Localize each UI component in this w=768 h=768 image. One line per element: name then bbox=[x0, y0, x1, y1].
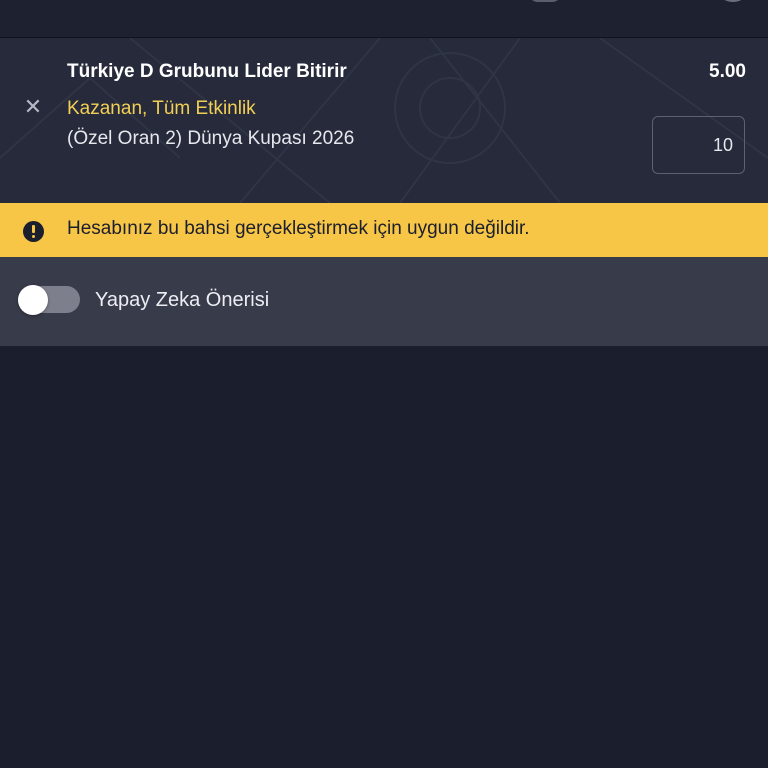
remove-bet-button[interactable]: ✕ bbox=[22, 96, 44, 118]
bet-event-name: (Özel Oran 2) Dünya Kupası 2026 bbox=[67, 128, 355, 149]
bet-selection-title: Türkiye D Grubunu Lider Bitirir bbox=[67, 61, 347, 82]
header-strip bbox=[0, 0, 768, 38]
header-partial-icon bbox=[718, 0, 748, 2]
stake-input[interactable]: 10 bbox=[652, 116, 745, 174]
ai-suggestion-toggle[interactable] bbox=[18, 285, 80, 315]
warning-message: Hesabınız bu bahsi gerçekleştirmek için … bbox=[67, 218, 530, 239]
bet-slip-screen: ✕ Türkiye D Grubunu Lider Bitirir 5.00 K… bbox=[0, 0, 768, 768]
exclamation-circle-icon bbox=[23, 221, 44, 242]
bet-odds: 5.00 bbox=[709, 61, 746, 82]
header-partial-icon bbox=[528, 0, 562, 2]
ai-suggestion-label: Yapay Zeka Önerisi bbox=[95, 289, 270, 311]
toggle-knob bbox=[18, 285, 48, 315]
bet-market-name: Kazanan, Tüm Etkinlik bbox=[67, 98, 256, 119]
